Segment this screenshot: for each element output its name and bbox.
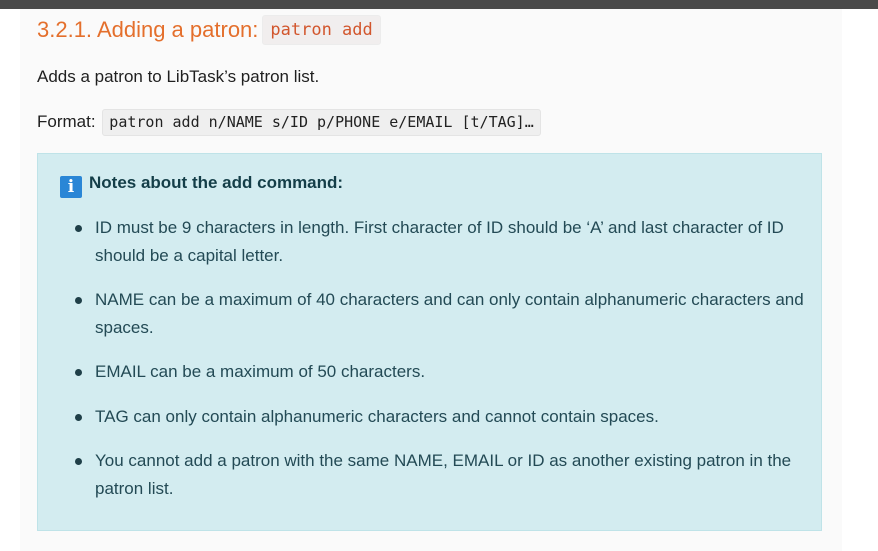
- top-window-bar: [0, 0, 878, 9]
- note-list: ID must be 9 characters in length. First…: [38, 214, 808, 519]
- format-command-code: patron add n/NAME s/ID p/PHONE e/EMAIL […: [102, 109, 541, 136]
- document-page: 3.2.1. Adding a patron: patron add Adds a…: [20, 9, 842, 551]
- note-title: i Notes about the add command:: [60, 170, 343, 198]
- list-item-text: TAG can only contain alphanumeric charac…: [95, 406, 659, 426]
- list-item-text: You cannot add a patron with the same NA…: [95, 451, 792, 498]
- heading-command-code: patron add: [262, 15, 381, 45]
- list-item-text: NAME can be a maximum of 40 characters a…: [95, 290, 804, 337]
- list-item: EMAIL can be a maximum of 50 characters.: [38, 358, 808, 386]
- format-line: Format: patron add n/NAME s/ID p/PHONE e…: [37, 109, 541, 136]
- bullet-icon: [75, 297, 82, 304]
- bullet-icon: [75, 369, 82, 376]
- list-item-text: EMAIL can be a maximum of 50 characters.: [95, 362, 426, 381]
- section-heading: 3.2.1. Adding a patron: patron add: [37, 15, 381, 45]
- bullet-icon: [75, 225, 82, 232]
- list-item-text: ID must be 9 characters in length. First…: [95, 218, 784, 265]
- section-description: Adds a patron to LibTask’s patron list.: [37, 67, 320, 86]
- format-label: Format:: [37, 112, 96, 131]
- note-title-text: Notes about the add command:: [89, 173, 344, 192]
- list-item: You cannot add a patron with the same NA…: [38, 447, 808, 502]
- info-note-box: i Notes about the add command: ID must be…: [37, 153, 822, 531]
- list-item: TAG can only contain alphanumeric charac…: [38, 403, 808, 431]
- bullet-icon: [75, 458, 82, 465]
- info-icon: i: [60, 176, 82, 198]
- list-item: ID must be 9 characters in length. First…: [38, 214, 808, 269]
- list-item: NAME can be a maximum of 40 characters a…: [38, 286, 808, 341]
- section-heading-text: 3.2.1. Adding a patron:: [37, 17, 259, 42]
- bullet-icon: [75, 413, 82, 421]
